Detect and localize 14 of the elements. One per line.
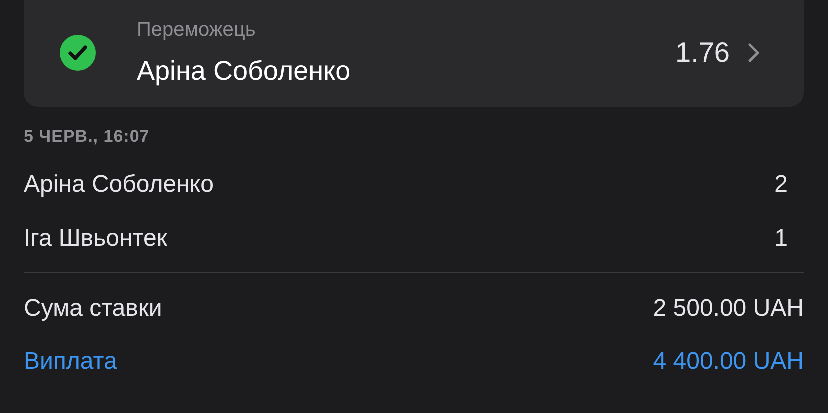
stake-amount: 2 500.00 UAH — [653, 294, 804, 322]
player-name: Іга Швьонтек — [24, 225, 168, 253]
payout-label: Виплата — [24, 348, 118, 376]
player-name: Аріна Соболенко — [24, 171, 214, 199]
chevron-right-icon — [748, 43, 760, 63]
odds-value: 1.76 — [676, 37, 730, 69]
stake-label: Сума ставки — [24, 294, 162, 322]
selection-name: Аріна Соболенко — [137, 55, 352, 88]
market-label: Переможець — [137, 18, 257, 42]
player-score: 2 — [774, 171, 789, 199]
payout-amount: 4 400.00 UAH — [653, 348, 804, 376]
selection-card[interactable]: Переможець Аріна Соболенко 1.76 — [24, 0, 804, 107]
bet-date: 5 ЧЕРВ., 16:07 — [24, 126, 151, 148]
player-score: 1 — [774, 225, 789, 253]
